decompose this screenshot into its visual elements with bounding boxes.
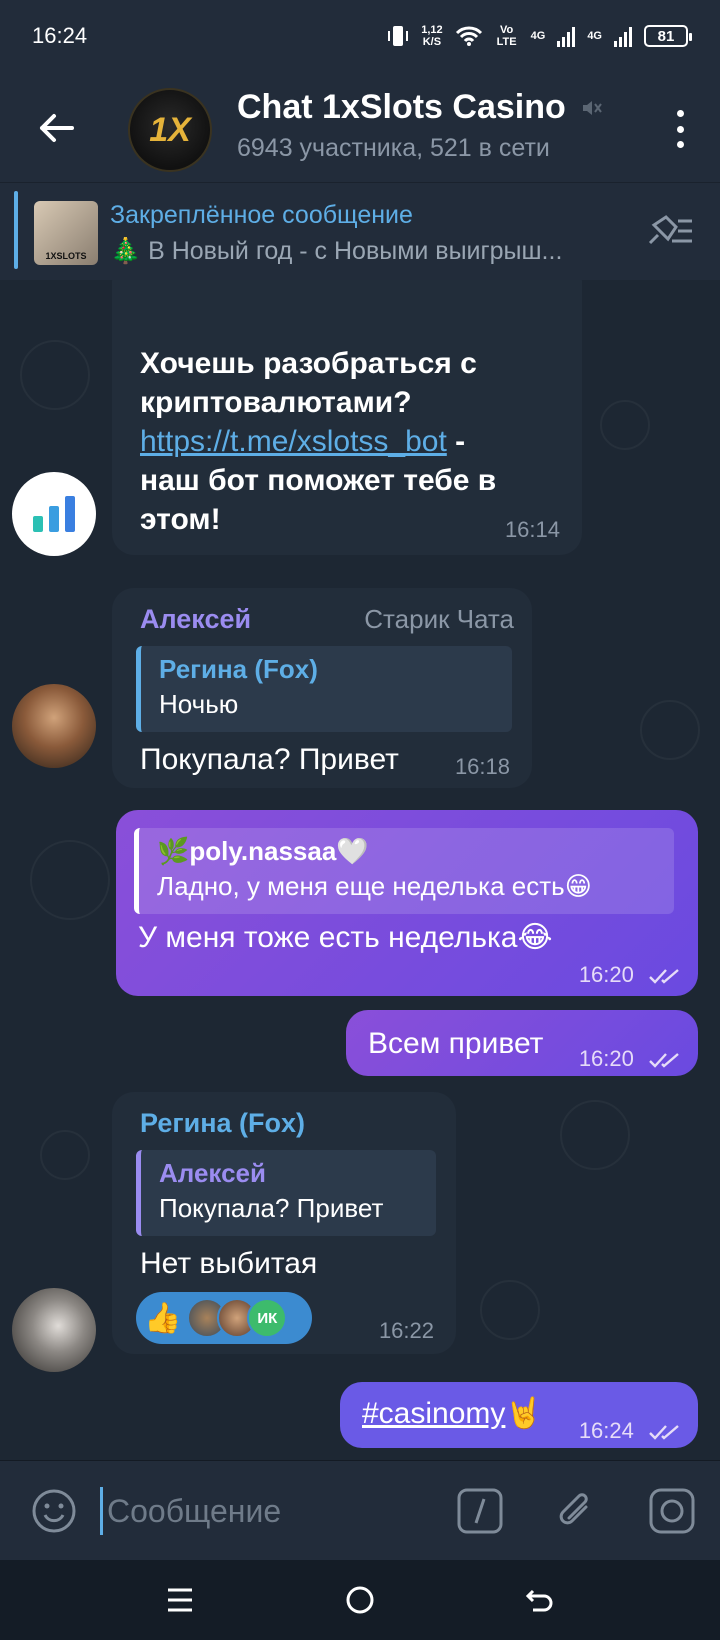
more-menu-button[interactable] (670, 104, 690, 154)
volte-label: Vo LTE (496, 24, 517, 48)
thumbs-up-icon: 👍 (144, 1301, 182, 1335)
message-input-bar: Сообщение (0, 1460, 720, 1560)
back-arrow-icon (525, 1589, 553, 1612)
signal-icon-2 (614, 25, 632, 47)
quote-text: Ладно, у меня еще неделька есть😁 (157, 871, 592, 901)
bot-link[interactable]: https://t.me/xslotss_bot (140, 425, 447, 458)
message-bubble-regina[interactable]: Регина (Fox) Алексей Покупала? Привет Не… (112, 1092, 456, 1354)
attach-icon[interactable] (552, 1487, 600, 1535)
emoji-icon[interactable] (30, 1487, 78, 1535)
network-speed: 1,12 K/S (421, 24, 443, 48)
pinned-title: Закреплённое сообщение (110, 201, 413, 229)
chat-title[interactable]: Chat 1xSlots Casino (237, 88, 604, 127)
battery-icon: 81 (644, 25, 692, 47)
message-input[interactable]: Сообщение (100, 1487, 281, 1535)
message-sender[interactable]: Регина (Fox) (140, 1108, 305, 1139)
pinned-message-bar[interactable]: 1XSLOTS Закреплённое сообщение 🎄 В Новый… (0, 182, 720, 280)
quote-text: Ночью (159, 689, 239, 719)
double-check-icon (649, 1053, 679, 1068)
message-time: 16:14 (504, 517, 560, 542)
camera-icon[interactable] (648, 1487, 696, 1535)
message-bubble-bot[interactable]: Хочешь разобраться с криптовалютами? htt… (112, 280, 582, 555)
arrow-left-icon (40, 114, 74, 142)
bot-avatar[interactable] (12, 472, 96, 556)
quote-author: Регина (Fox) (159, 654, 318, 684)
sender-role: Старик Чата (364, 604, 514, 634)
back-button[interactable] (28, 100, 84, 156)
hashtag-link[interactable]: #casinomy (362, 1397, 505, 1430)
pinned-text: 🎄 В Новый год - с Новыми выигрыш... (110, 237, 563, 265)
message-text: Нет выбитая (140, 1247, 318, 1280)
aleksey-avatar[interactable] (12, 684, 96, 768)
message-bubble-outgoing-reply[interactable]: 🌿poly.nassaa🤍 Ладно, у меня еще неделька… (116, 810, 698, 996)
message-bubble-hashtag[interactable]: #casinomy🤘 16:24 (340, 1382, 698, 1448)
chart-bars-icon (33, 496, 75, 532)
reaction-chip[interactable]: 👍 ИК (136, 1292, 312, 1344)
bot-message-text: Хочешь разобраться с криптовалютами? htt… (140, 347, 497, 536)
message-text: Покупала? Привет (140, 743, 399, 776)
message-time: 16:18 (454, 754, 510, 779)
status-bar: 16:24 1,12 K/S Vo LTE 4G 4G 81 (0, 0, 720, 72)
message-sender[interactable]: Алексей (140, 604, 251, 635)
reply-quote[interactable]: Регина (Fox) Ночью (136, 646, 512, 732)
message-time: 16:24 (579, 1418, 682, 1444)
reply-quote[interactable]: 🌿poly.nassaa🤍 Ладно, у меня еще неделька… (134, 828, 674, 914)
message-time: 16:22 (378, 1318, 434, 1343)
muted-icon (582, 100, 602, 115)
reply-quote[interactable]: Алексей Покупала? Привет (136, 1150, 436, 1236)
pinned-indicator (14, 191, 18, 269)
chat-header: 1X Chat 1xSlots Casino 6943 участника, 5… (0, 72, 720, 182)
message-text: #casinomy🤘 (362, 1397, 543, 1430)
pin-list-icon[interactable] (644, 213, 696, 249)
message-bubble-aleksey[interactable]: Алексей Старик Чата Регина (Fox) Ночью П… (112, 588, 532, 788)
chat-avatar[interactable]: 1X (128, 88, 212, 172)
double-check-icon (649, 1425, 679, 1440)
bot-commands-icon[interactable] (456, 1487, 504, 1535)
message-text: У меня тоже есть неделька😂 (138, 921, 553, 954)
status-time: 16:24 (32, 23, 88, 48)
system-nav-bar (0, 1560, 720, 1640)
home-circle-icon (346, 1586, 374, 1614)
vibrate-icon (388, 26, 409, 46)
menu-lines-icon (168, 1588, 192, 1612)
chat-subtitle: 6943 участника, 521 в сети (237, 134, 550, 162)
quote-text: Покупала? Привет (159, 1193, 384, 1223)
quote-author: Алексей (159, 1158, 266, 1188)
message-bubble-outgoing[interactable]: Всем привет 16:20 (346, 1010, 698, 1076)
regina-avatar[interactable] (12, 1288, 96, 1372)
network-4g-2: 4G (587, 30, 602, 42)
network-4g-1: 4G (530, 30, 546, 42)
quote-author: 🌿poly.nassaa🤍 (157, 836, 369, 866)
pinned-thumbnail: 1XSLOTS (34, 201, 98, 265)
nav-back-button[interactable] (520, 1580, 560, 1620)
signal-icon-1 (557, 25, 576, 47)
status-icons: 1,12 K/S Vo LTE 4G 4G 81 (387, 24, 692, 48)
wifi-icon (455, 26, 482, 46)
double-check-icon (649, 969, 679, 984)
reactor-avatar: ИК (247, 1298, 288, 1338)
nav-recents-button[interactable] (160, 1580, 200, 1620)
message-time: 16:20 (579, 962, 682, 988)
message-list[interactable]: Хочешь разобраться с криптовалютами? htt… (0, 280, 720, 1460)
nav-home-button[interactable] (340, 1580, 380, 1620)
message-text: Всем привет (368, 1027, 544, 1060)
message-time: 16:20 (579, 1046, 682, 1072)
